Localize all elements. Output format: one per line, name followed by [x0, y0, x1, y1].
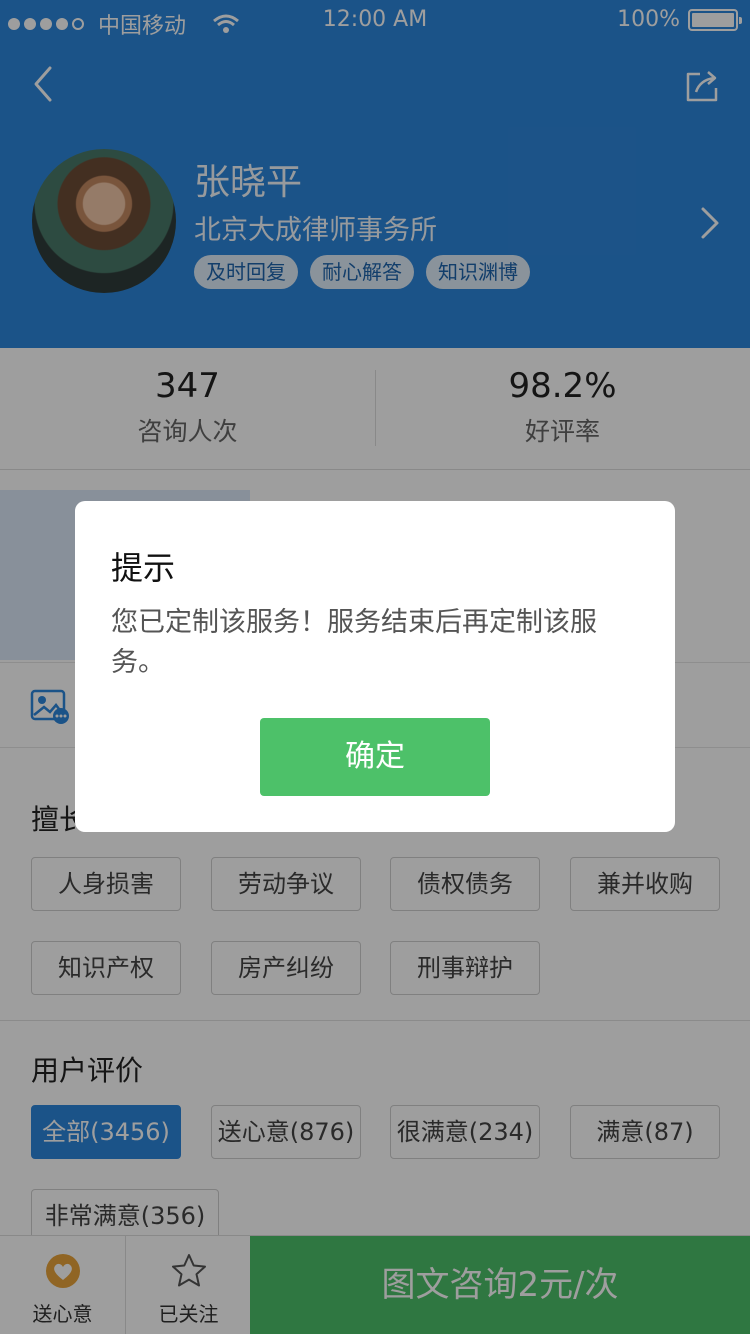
confirm-button[interactable]: 确定: [260, 718, 490, 796]
dialog-title: 提示: [111, 549, 176, 587]
alert-dialog: 提示 您已定制该服务！服务结束后再定制该服务。 确定: [75, 501, 675, 832]
dialog-message: 您已定制该服务！服务结束后再定制该服务。: [111, 607, 597, 678]
